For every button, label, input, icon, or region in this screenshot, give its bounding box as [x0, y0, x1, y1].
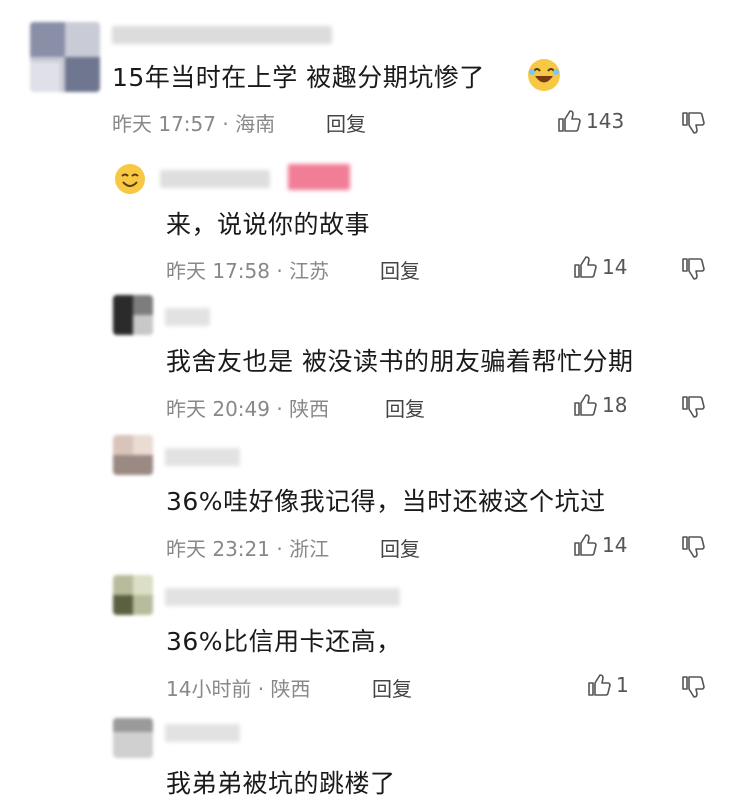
comment-5: 36%比信用卡还高， 14小时前 · 陕西 回复 1: [0, 570, 740, 710]
avatar[interactable]: [113, 575, 153, 615]
like-count: 14: [602, 255, 628, 279]
thumbs-down-icon[interactable]: [680, 394, 706, 420]
comment-time: 14小时前: [166, 677, 252, 701]
thumbs-up-icon: [556, 108, 582, 134]
thumbs-down-icon[interactable]: [680, 674, 706, 700]
comment-time: 昨天 20:49: [166, 397, 270, 421]
like-count: 143: [586, 109, 625, 133]
like-button[interactable]: 18: [572, 392, 627, 418]
thumbs-up-icon: [572, 392, 598, 418]
comment-text: 我弟弟被坑的跳楼了: [166, 769, 396, 798]
like-count: 1: [616, 673, 629, 697]
thumbs-down-icon[interactable]: [680, 534, 706, 560]
comment-2: 来，说说你的故事 昨天 17:58 · 江苏 回复 14: [0, 150, 740, 290]
comment-text: 来，说说你的故事: [166, 210, 371, 239]
username-blurred[interactable]: [165, 448, 240, 466]
comment-time: 昨天 23:21: [166, 537, 270, 561]
comment-3: 我舍友也是 被没读书的朋友骗着帮忙分期 昨天 20:49 · 陕西 回复 18: [0, 290, 740, 430]
avatar[interactable]: [113, 435, 153, 475]
username-blurred[interactable]: [165, 308, 210, 326]
comment-meta: 昨天 23:21 · 浙江: [166, 537, 330, 561]
reply-button[interactable]: 回复: [380, 533, 420, 562]
comment-4: 36%哇好像我记得，当时还被这个坑过 昨天 23:21 · 浙江 回复 14: [0, 430, 740, 570]
comment-1: 15年当时在上学 被趣分期坑惨了 昨天 17:57 · 海南 回复 143: [0, 0, 740, 150]
comment-6: 我弟弟被坑的跳楼了: [0, 710, 740, 798]
like-button[interactable]: 1: [586, 672, 629, 698]
like-count: 14: [602, 533, 628, 557]
comment-text: 我舍友也是 被没读书的朋友骗着帮忙分期: [166, 347, 634, 376]
user-badge-blurred: [288, 164, 350, 190]
thumbs-up-icon: [572, 254, 598, 280]
like-button[interactable]: 143: [556, 108, 624, 134]
comment-meta: 昨天 20:49 · 陕西: [166, 397, 330, 421]
avatar[interactable]: [113, 295, 153, 335]
comment-region: 陕西: [270, 677, 311, 701]
comment-time: 昨天 17:57: [112, 112, 216, 136]
comment-meta: 昨天 17:57 · 海南: [112, 112, 276, 136]
reply-button[interactable]: 回复: [385, 393, 425, 422]
smiling-emoji-icon[interactable]: [113, 162, 147, 200]
avatar[interactable]: [113, 718, 153, 758]
like-button[interactable]: 14: [572, 532, 627, 558]
thumbs-up-icon: [572, 532, 598, 558]
thumbs-up-icon: [586, 672, 612, 698]
like-button[interactable]: 14: [572, 254, 627, 280]
like-count: 18: [602, 393, 628, 417]
thumbs-down-icon[interactable]: [680, 256, 706, 282]
avatar[interactable]: [30, 22, 100, 92]
reply-button[interactable]: 回复: [326, 108, 366, 137]
reply-button[interactable]: 回复: [372, 673, 412, 702]
comment-region: 浙江: [289, 537, 330, 561]
comment-text: 36%比信用卡还高，: [166, 627, 402, 656]
username-blurred[interactable]: [165, 724, 240, 742]
thumbs-down-icon[interactable]: [680, 110, 706, 136]
username-blurred[interactable]: [112, 26, 332, 44]
comment-meta: 昨天 17:58 · 江苏: [166, 259, 330, 283]
comment-text: 36%哇好像我记得，当时还被这个坑过: [166, 487, 606, 516]
comment-text: 15年当时在上学 被趣分期坑惨了: [112, 63, 485, 92]
laughing-emoji-icon: [526, 57, 562, 97]
comment-region: 陕西: [289, 397, 330, 421]
reply-button[interactable]: 回复: [380, 255, 420, 284]
comment-time: 昨天 17:58: [166, 259, 270, 283]
username-blurred[interactable]: [160, 170, 270, 188]
username-blurred[interactable]: [165, 588, 400, 606]
comment-region: 海南: [235, 112, 276, 136]
comment-region: 江苏: [289, 259, 330, 283]
comment-meta: 14小时前 · 陕西: [166, 677, 311, 701]
